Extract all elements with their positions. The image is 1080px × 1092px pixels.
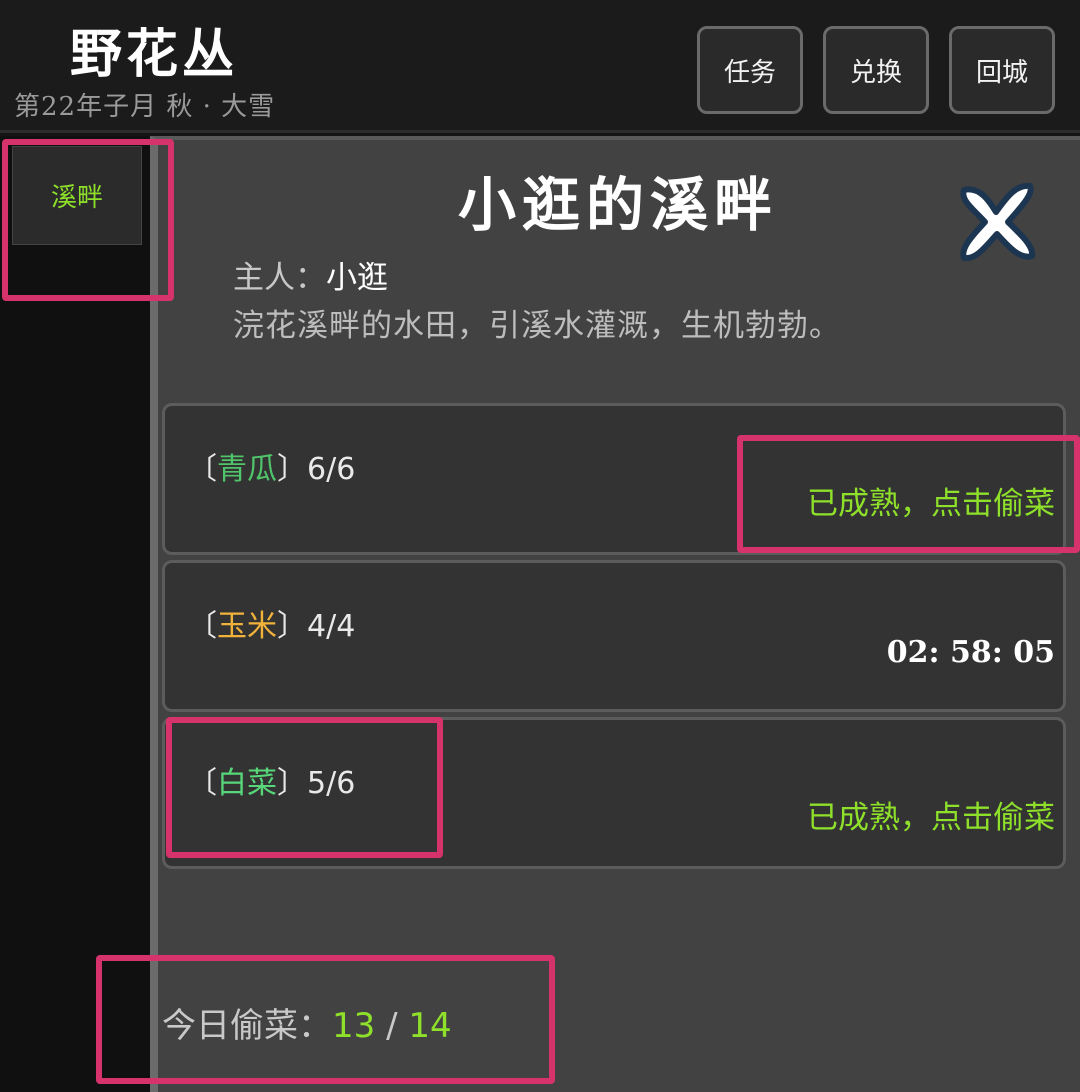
- plot-name: 〔玉米〕4/4: [187, 601, 355, 645]
- plot-count: 4/4: [307, 609, 356, 644]
- top-header: 野花丛 第22年子月 秋 · 大雪 任务 兑换 回城: [0, 0, 1080, 133]
- plot-card-cucumber[interactable]: 〔青瓜〕6/6 已成熟，点击偷菜: [162, 403, 1066, 555]
- plot-card-cabbage[interactable]: 〔白菜〕5/6 已成熟，点击偷菜: [162, 717, 1066, 869]
- bracket-open: 〔: [187, 609, 217, 644]
- location-title: 野花丛: [70, 24, 239, 85]
- steal-button[interactable]: 已成熟，点击偷菜: [807, 792, 1055, 837]
- return-city-button[interactable]: 回城: [949, 26, 1055, 114]
- plot-count: 5/6: [307, 766, 356, 801]
- panel-title: 小逛的溪畔: [458, 171, 779, 239]
- close-x-icon: [960, 182, 1036, 262]
- task-button[interactable]: 任务: [697, 26, 803, 114]
- owner-label: 主人：: [233, 260, 326, 296]
- crop-name: 青瓜: [217, 452, 277, 487]
- daily-steal-current: 13: [332, 1006, 376, 1046]
- game-date: 第22年子月 秋 · 大雪: [14, 92, 276, 122]
- bracket-close: 〕: [277, 609, 307, 644]
- sidebar-tab-creekside[interactable]: 溪畔: [12, 146, 142, 245]
- owner-line: 主人：小逛: [233, 252, 388, 297]
- daily-steal-separator: /: [375, 1006, 409, 1046]
- daily-steal-max: 14: [408, 1006, 452, 1046]
- plot-count: 6/6: [307, 452, 356, 487]
- bracket-open: 〔: [187, 766, 217, 801]
- daily-steal-label: 今日偷菜：: [162, 1006, 332, 1046]
- field-description: 浣花溪畔的水田，引溪水灌溉，生机勃勃。: [233, 308, 841, 344]
- bracket-open: 〔: [187, 452, 217, 487]
- plot-card-corn[interactable]: 〔玉米〕4/4 02: 58: 05: [162, 560, 1066, 712]
- close-icon[interactable]: [950, 172, 1042, 268]
- bracket-close: 〕: [277, 766, 307, 801]
- sidebar: [0, 136, 150, 1092]
- ripen-timer: 02: 58: 05: [886, 635, 1055, 670]
- plot-name: 〔青瓜〕6/6: [187, 444, 355, 488]
- owner-name: 小逛: [326, 260, 388, 296]
- daily-steal-counter: 今日偷菜：13 / 14: [162, 998, 452, 1047]
- plot-name: 〔白菜〕5/6: [187, 758, 355, 802]
- exchange-button[interactable]: 兑换: [823, 26, 929, 114]
- crop-name: 玉米: [217, 609, 277, 644]
- bracket-close: 〕: [277, 452, 307, 487]
- crop-name: 白菜: [217, 766, 277, 801]
- steal-button[interactable]: 已成熟，点击偷菜: [807, 478, 1055, 523]
